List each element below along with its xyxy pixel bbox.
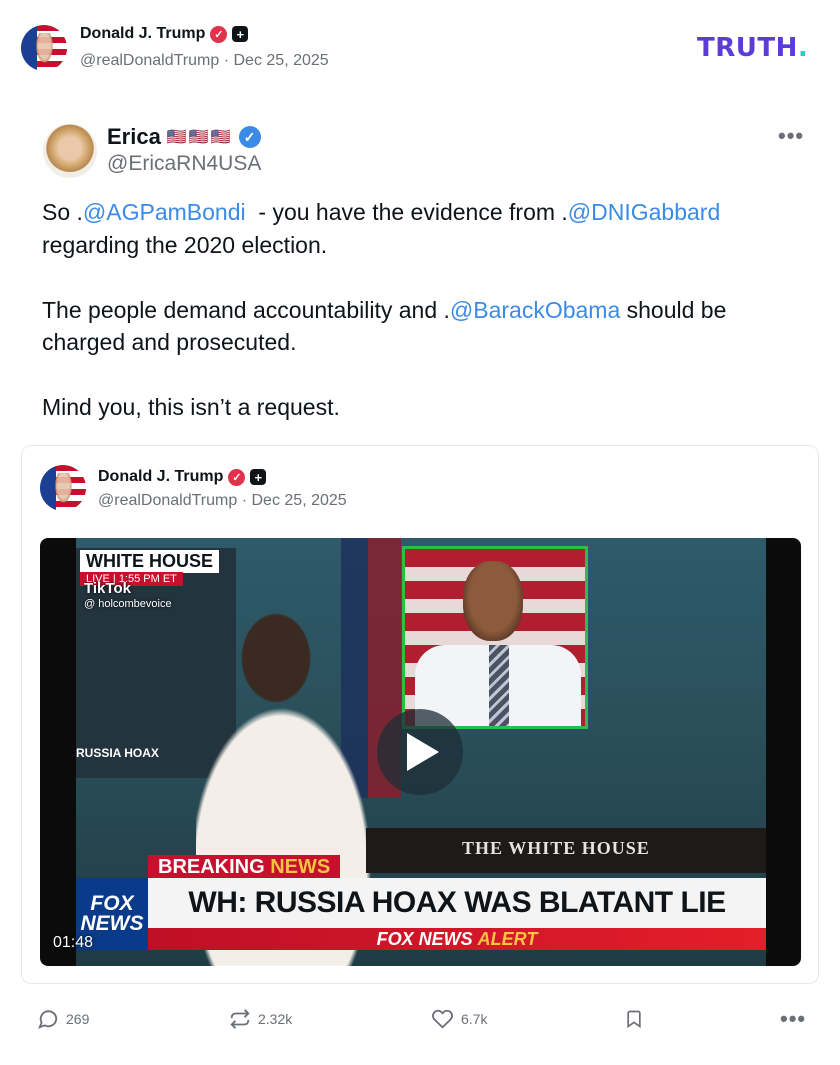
erica-name-text: Erica — [107, 124, 161, 149]
like-button[interactable]: 6.7k — [431, 1008, 487, 1030]
meta-separator: · — [241, 492, 248, 509]
quote-author-handle[interactable]: @realDonaldTrump — [98, 492, 237, 509]
post-paragraph-2: The people demand accountability and .@B… — [42, 294, 802, 359]
tiktok-username: @ holcombevoice — [84, 598, 172, 610]
inset-person-tie — [489, 645, 509, 726]
post-paragraph-3: Mind you, this isn’t a request. — [42, 394, 340, 420]
post-body: So .@AGPamBondi - you have the evidence … — [42, 196, 802, 424]
logo-dot: . — [797, 33, 809, 63]
like-count: 6.7k — [461, 1011, 488, 1027]
screen-caption: RUSSIA HOAX — [76, 746, 159, 760]
retruth-count: 2.32k — [258, 1011, 293, 1027]
logo-text: TRUTH — [697, 33, 798, 63]
reply-button[interactable]: 269 — [37, 1008, 89, 1030]
bookmark-button[interactable] — [624, 1008, 644, 1030]
text-run: - you have the evidence from . — [245, 199, 568, 225]
quote-post-date[interactable]: Dec 25, 2025 — [252, 492, 347, 509]
more-options-icon[interactable]: ••• — [778, 123, 804, 149]
truth-logo[interactable]: TRUTH. — [697, 33, 808, 63]
verified-check-icon: ✓ — [238, 126, 261, 148]
video-duration: 01:48 — [53, 934, 94, 951]
author-name[interactable]: Donald J. Trump ✓ + — [80, 25, 249, 43]
more-options-icon[interactable]: ••• — [780, 1006, 806, 1032]
alert-bar: FOX NEWS ALERT — [148, 928, 766, 950]
erica-avatar[interactable] — [43, 124, 97, 178]
quote-author-name[interactable]: Donald J. Trump ✓ + — [98, 468, 267, 486]
white-house-banner: WHITE HOUSE — [80, 550, 220, 573]
video-player[interactable]: WHITE HOUSE LIVE | 1:55 PM ET TikTok @ h… — [40, 538, 801, 966]
author-name-text: Donald J. Trump — [80, 25, 206, 42]
quote-author-meta: @realDonaldTrump · Dec 25, 2025 — [98, 492, 347, 510]
inset-person-head — [463, 561, 523, 641]
us-flags-emoji: 🇺🇸🇺🇸🇺🇸 — [166, 129, 233, 146]
breaking-news-tag: BREAKING NEWS — [148, 855, 341, 880]
verified-badge-icon: ✓ — [210, 25, 228, 43]
quote-author-avatar[interactable] — [40, 465, 86, 511]
action-bar: 269 2.32k 6.7k ••• — [0, 1002, 840, 1036]
author-meta: @realDonaldTrump · Dec 25, 2025 — [80, 52, 329, 70]
quote-author-name-text: Donald J. Trump — [98, 468, 224, 485]
podium-text: THE WHITE HOUSE — [462, 838, 650, 858]
mention-link[interactable]: @BarackObama — [450, 297, 620, 323]
author-avatar[interactable] — [21, 25, 67, 71]
news-word: NEWS — [270, 856, 331, 878]
verified-badge-icon: ✓ — [228, 468, 246, 486]
text-run: The people demand accountability and . — [42, 296, 450, 323]
reply-icon — [38, 1010, 58, 1029]
quoted-post-card[interactable]: Donald J. Trump ✓ + @realDonaldTrump · D… — [21, 445, 819, 984]
heart-icon — [432, 1009, 453, 1029]
mention-link[interactable]: @DNIGabbard — [568, 199, 720, 225]
post-date[interactable]: Dec 25, 2025 — [234, 52, 329, 69]
fox-logo-line-1: FOX — [90, 892, 134, 915]
play-icon — [407, 733, 439, 771]
meta-separator: · — [223, 52, 230, 69]
text-run: regarding the 2020 election. — [42, 231, 328, 258]
plus-badge-icon: + — [250, 469, 267, 485]
fox-logo-line-2: NEWS — [80, 912, 144, 935]
inset-frame — [402, 546, 588, 729]
post-paragraph-1: So .@AGPamBondi - you have the evidence … — [42, 196, 802, 261]
alert-brand: FOX NEWS — [376, 928, 473, 949]
erica-handle[interactable]: @EricaRN4USA — [107, 152, 261, 176]
erica-name[interactable]: Erica 🇺🇸🇺🇸🇺🇸 ✓ — [107, 124, 261, 150]
reply-count: 269 — [66, 1011, 90, 1027]
play-button[interactable] — [377, 709, 463, 795]
plus-badge-icon: + — [232, 26, 249, 42]
retruth-icon — [230, 1009, 250, 1029]
bookmark-icon — [627, 1010, 641, 1029]
breaking-word: BREAKING — [158, 856, 265, 878]
mention-link[interactable]: @AGPamBondi — [83, 199, 246, 225]
text-run: So . — [42, 199, 83, 225]
tiktok-watermark: TikTok — [84, 580, 131, 597]
alert-word: ALERT — [477, 928, 538, 949]
author-handle[interactable]: @realDonaldTrump — [80, 52, 219, 69]
headline-chyron: WH: RUSSIA HOAX WAS BLATANT LIE — [148, 878, 766, 928]
retruth-button[interactable]: 2.32k — [229, 1008, 292, 1030]
